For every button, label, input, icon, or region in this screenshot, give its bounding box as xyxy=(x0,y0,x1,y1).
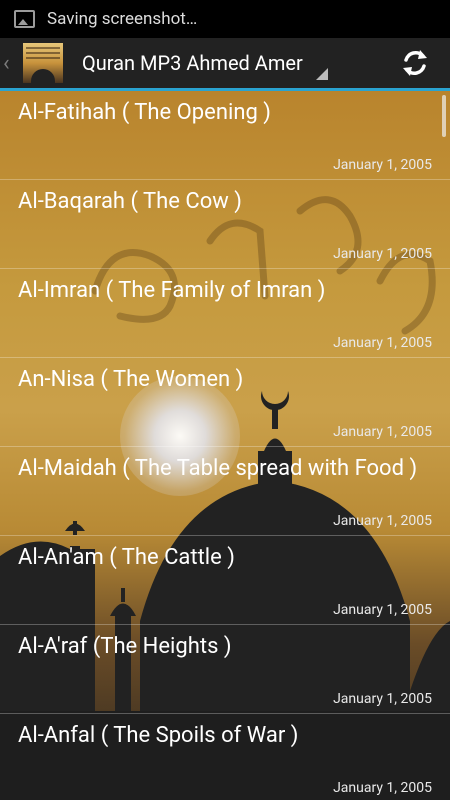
list-item[interactable]: Al-Baqarah ( The Cow ) January 1, 2005 xyxy=(0,180,450,269)
surah-title: Al-Fatihah ( The Opening ) xyxy=(18,100,271,125)
surah-date: January 1, 2005 xyxy=(333,602,432,618)
list-item[interactable]: Al-A'raf (The Heights ) January 1, 2005 xyxy=(0,625,450,714)
list-item[interactable]: An-Nisa ( The Women ) January 1, 2005 xyxy=(0,358,450,447)
surah-date: January 1, 2005 xyxy=(333,246,432,262)
surah-title: Al-Baqarah ( The Cow ) xyxy=(18,189,242,214)
refresh-icon[interactable] xyxy=(398,46,432,80)
back-chevron-icon[interactable]: ‹ xyxy=(3,51,17,76)
app-title[interactable]: Quran MP3 Ahmed Amer xyxy=(82,51,303,75)
list-item[interactable]: Al-Anfal ( The Spoils of War ) January 1… xyxy=(0,714,450,800)
surah-title: Al-Maidah ( The Table spread with Food ) xyxy=(18,456,418,481)
surah-title: Al-An'am ( The Cattle ) xyxy=(18,545,235,570)
surah-date: January 1, 2005 xyxy=(333,157,432,173)
surah-title: Al-Imran ( The Family of Imran ) xyxy=(18,278,326,303)
list-item[interactable]: Al-Fatihah ( The Opening ) January 1, 20… xyxy=(0,91,450,180)
surah-list-container[interactable]: Al-Fatihah ( The Opening ) January 1, 20… xyxy=(0,91,450,800)
surah-date: January 1, 2005 xyxy=(333,424,432,440)
surah-date: January 1, 2005 xyxy=(333,691,432,707)
list-item[interactable]: Al-Imran ( The Family of Imran ) January… xyxy=(0,269,450,358)
image-icon xyxy=(14,10,35,28)
dropdown-indicator-icon[interactable] xyxy=(316,68,328,80)
action-bar: ‹ Quran MP3 Ahmed Amer xyxy=(0,38,450,91)
surah-date: January 1, 2005 xyxy=(333,780,432,796)
app-icon[interactable] xyxy=(23,43,63,83)
surah-title: Al-Anfal ( The Spoils of War ) xyxy=(18,723,299,748)
surah-date: January 1, 2005 xyxy=(333,513,432,529)
status-bar: Saving screenshot… xyxy=(0,0,450,38)
status-text: Saving screenshot… xyxy=(47,9,198,29)
surah-title: An-Nisa ( The Women ) xyxy=(18,367,244,392)
surah-title: Al-A'raf (The Heights ) xyxy=(18,634,232,659)
list-item[interactable]: Al-Maidah ( The Table spread with Food )… xyxy=(0,447,450,536)
surah-date: January 1, 2005 xyxy=(333,335,432,351)
surah-list: Al-Fatihah ( The Opening ) January 1, 20… xyxy=(0,91,450,800)
list-item[interactable]: Al-An'am ( The Cattle ) January 1, 2005 xyxy=(0,536,450,625)
